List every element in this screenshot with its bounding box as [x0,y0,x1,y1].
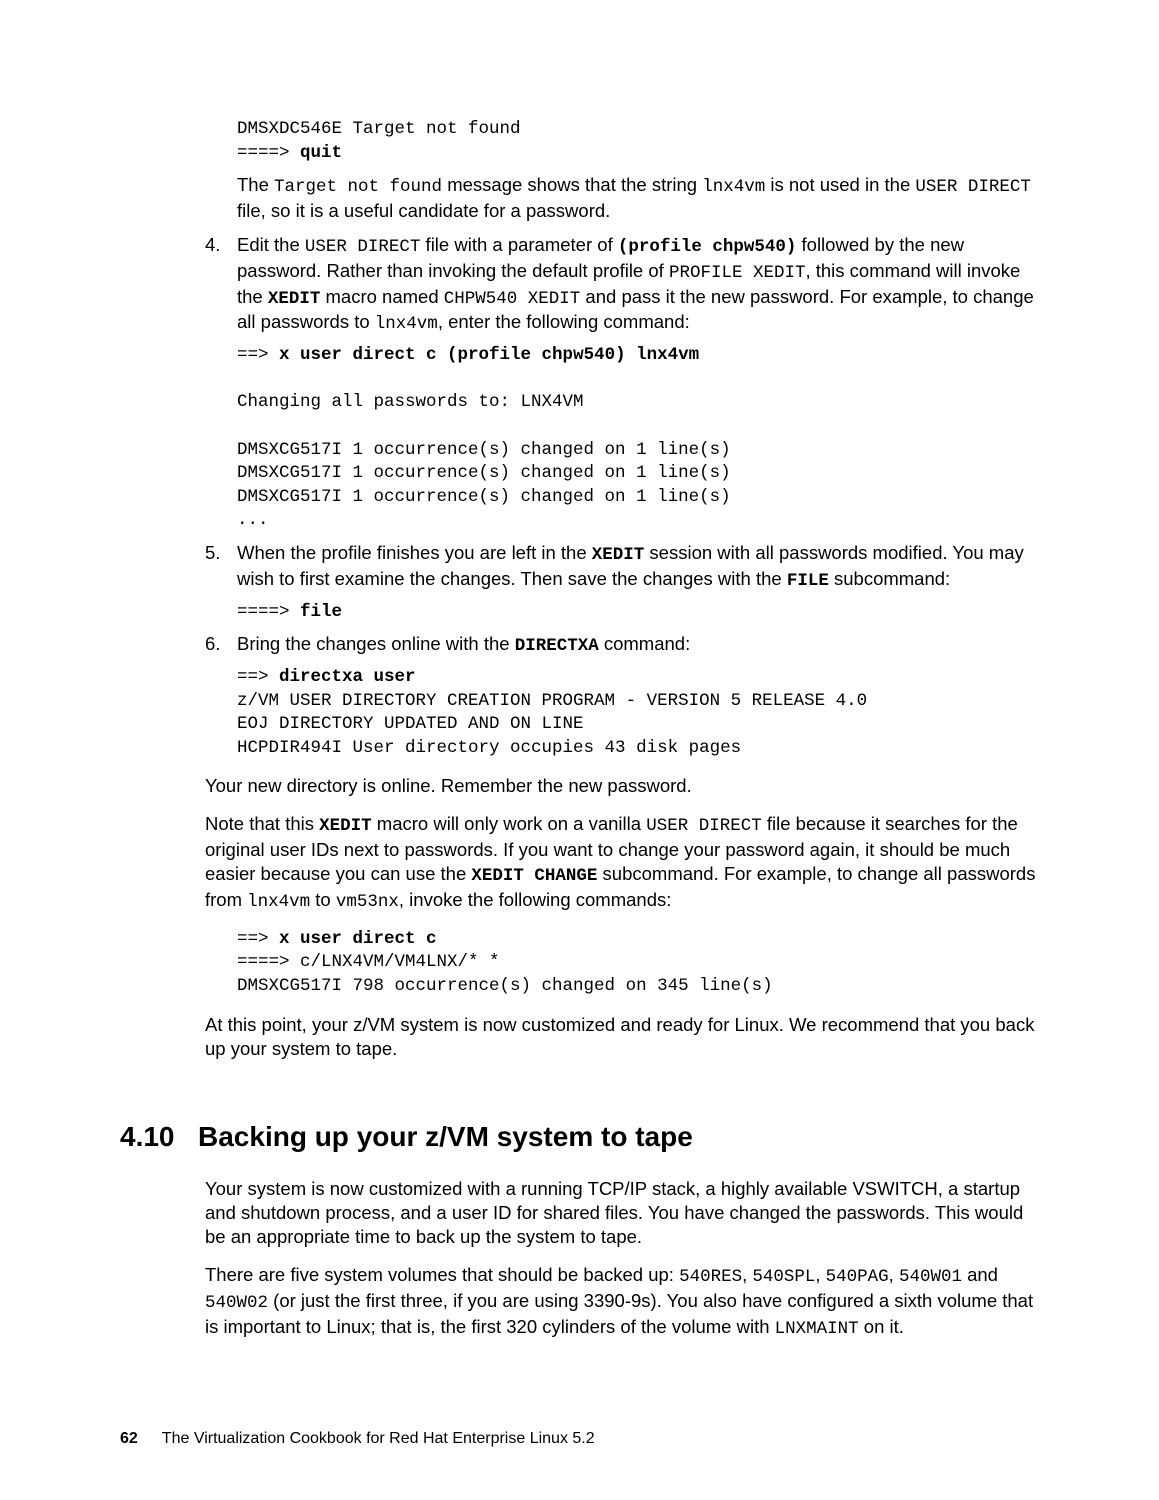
inline-code: CHPW540 XEDIT [444,289,581,309]
footer-title: The Virtualization Cookbook for Red Hat … [162,1430,595,1447]
inline-code: XEDIT [319,816,372,836]
page: DMSXDC546E Target not found ====> quit T… [0,0,1159,1500]
inline-code: USER DIRECT [915,177,1031,197]
section-number: 4.10 [120,1119,198,1155]
paragraph: Note that this XEDIT macro will only wor… [205,812,1039,913]
step-number: 4. [205,233,220,257]
text: , enter the following command: [438,311,690,332]
code-prompt: ====> [237,143,300,163]
paragraph: At this point, your z/VM system is now c… [205,1013,1039,1061]
inline-code: 540RES [679,1267,742,1287]
code-cmd: quit [300,143,342,163]
code-block: ==> x user direct c ====> c/LNX4VM/VM4LN… [237,928,1039,999]
text: , [815,1264,825,1285]
code-block: ==> x user direct c (profile chpw540) ln… [237,344,1039,533]
code-output: z/VM USER DIRECTORY CREATION PROGRAM - V… [237,691,867,758]
step-6: 6. Bring the changes online with the DIR… [205,632,1039,760]
text: command: [599,633,691,654]
code-prompt: ====> [237,602,300,622]
inline-code: PROFILE XEDIT [669,263,806,283]
code-block: ====> file [237,601,1039,625]
paragraph: The Target not found message shows that … [237,173,1039,223]
code-prompt: ==> [237,929,279,949]
inline-code: 540W02 [205,1293,268,1313]
inline-code: 540SPL [752,1267,815,1287]
inline-code: lnx4vm [702,177,765,197]
text: (or just the first three, if you are usi… [205,1290,1033,1337]
code-cmd: file [300,602,342,622]
text: Note that this [205,813,319,834]
step-5: 5. When the profile finishes you are lef… [205,541,1039,624]
code-cmd: directxa user [279,667,416,687]
inline-code: 540W01 [899,1267,962,1287]
step-number: 6. [205,632,220,656]
code-line: ====> c/LNX4VM/VM4LNX/* * [237,952,500,972]
section-title: Backing up your z/VM system to tape [198,1121,693,1152]
code-cmd: x user direct c (profile chpw540) lnx4vm [279,345,699,365]
paragraph: Your system is now customized with a run… [205,1177,1039,1249]
page-footer: 62 The Virtualization Cookbook for Red Ha… [120,1429,1039,1450]
text: There are five system volumes that shoul… [205,1264,679,1285]
step-4: 4. Edit the USER DIRECT file with a para… [205,233,1039,533]
text: Edit the [237,234,305,255]
text: to [310,889,336,910]
text: message shows that the string [442,174,702,195]
inline-code: USER DIRECT [646,816,762,836]
code-cmd: x user direct c [279,929,437,949]
inline-code: lnx4vm [375,314,438,334]
inline-code: XEDIT [592,545,645,565]
text: on it. [859,1316,904,1337]
text: When the profile finishes you are left i… [237,542,592,563]
paragraph: There are five system volumes that shoul… [205,1263,1039,1340]
text: macro will only work on a vanilla [372,813,647,834]
text: subcommand: [829,568,950,589]
code-line: DMSXCG517I 798 occurrence(s) changed on … [237,976,773,996]
text: , [889,1264,899,1285]
text: , [742,1264,752,1285]
text: Bring the changes online with the [237,633,515,654]
inline-code: (profile chpw540) [618,237,797,257]
text: macro named [320,286,443,307]
body-content: DMSXDC546E Target not found ====> quit T… [205,118,1039,1341]
inline-code: 540PAG [826,1267,889,1287]
code-output: Changing all passwords to: LNX4VM DMSXCG… [237,392,731,530]
inline-code: USER DIRECT [305,237,421,257]
inline-code: LNXMAINT [775,1319,859,1339]
step-number: 5. [205,541,220,565]
page-number: 62 [120,1430,138,1447]
inline-code: DIRECTXA [515,636,599,656]
code-block-top: DMSXDC546E Target not found ====> quit [237,118,1039,165]
text: , invoke the following commands: [399,889,672,910]
inline-code: FILE [787,571,829,591]
inline-code: vm53nx [336,892,399,912]
step-list: 4. Edit the USER DIRECT file with a para… [205,233,1039,760]
text: The [237,174,274,195]
inline-code: XEDIT CHANGE [471,866,597,886]
code-block: ==> directxa user z/VM USER DIRECTORY CR… [237,666,1039,761]
text: file with a parameter of [420,234,617,255]
paragraph: Your new directory is online. Remember t… [205,774,1039,798]
code-prompt: ==> [237,667,279,687]
inline-code: Target not found [274,177,442,197]
code-line: DMSXDC546E Target not found [237,119,521,139]
section-heading: 4.10Backing up your z/VM system to tape [120,1119,1039,1155]
text: file, so it is a useful candidate for a … [237,200,610,221]
inline-code: lnx4vm [247,892,310,912]
text: and [962,1264,998,1285]
code-prompt: ==> [237,345,279,365]
text: is not used in the [765,174,915,195]
inline-code: XEDIT [268,289,321,309]
